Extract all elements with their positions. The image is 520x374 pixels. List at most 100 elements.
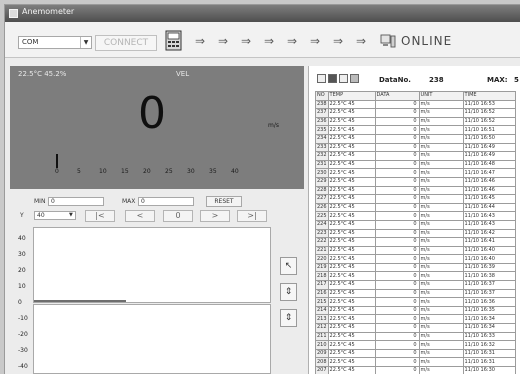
table-row[interactable]: 213 22.5°C 45 0 m/s 11/10 16:34 — [315, 314, 516, 325]
table-row[interactable]: 230 22.5°C 45 0 m/s 11/10 16:47 — [315, 168, 516, 178]
table-cell-temp: 22.5°C 45 — [327, 125, 376, 135]
table-cell-data: 0 — [374, 219, 420, 230]
chevron-down-icon[interactable]: ▼ — [80, 37, 91, 48]
table-row[interactable]: 210 22.5°C 45 0 m/s 11/10 16:32 — [315, 340, 516, 350]
table-row[interactable]: 228 22.5°C 45 0 m/s 11/10 16:46 — [315, 185, 516, 196]
table-cell-temp: 22.5°C 45 — [327, 245, 376, 256]
table-cell-data: 0 — [374, 323, 420, 333]
table-row[interactable]: 212 22.5°C 45 0 m/s 11/10 16:34 — [315, 323, 516, 333]
table-cell-data: 0 — [374, 254, 420, 264]
table-row[interactable]: 211 22.5°C 45 0 m/s 11/10 16:33 — [315, 331, 516, 342]
table-cell-unit: m/s — [418, 185, 464, 196]
table-row[interactable]: 236 22.5°C 45 0 m/s 11/10 16:52 — [315, 116, 516, 127]
port-select[interactable]: COM ▼ — [18, 36, 92, 49]
table-cell-data: 0 — [374, 366, 420, 374]
table-row[interactable]: 209 22.5°C 45 0 m/s 11/10 16:31 — [315, 348, 516, 359]
first-button[interactable]: |< — [85, 210, 115, 222]
table-row[interactable]: 224 22.5°C 45 0 m/s 11/10 16:43 — [315, 219, 516, 230]
table-row[interactable]: 226 22.5°C 45 0 m/s 11/10 16:44 — [315, 202, 516, 213]
scale-vertical-button[interactable]: ⇕ — [280, 309, 297, 327]
table-row[interactable]: 237 22.5°C 45 0 m/s 11/10 16:52 — [315, 108, 516, 118]
table-row[interactable]: 214 22.5°C 45 0 m/s 11/10 16:35 — [315, 305, 516, 316]
export-icon[interactable] — [339, 74, 348, 83]
data-table[interactable]: NO TEMP DATA UNIT TIME 238 22.5°C 45 0 m/s 1… — [315, 91, 516, 374]
table-cell-time: 11/10 16:49 — [462, 151, 516, 161]
table-row[interactable]: 219 22.5°C 45 0 m/s 11/10 16:39 — [315, 262, 516, 273]
table-row[interactable]: 238 22.5°C 45 0 m/s 11/10 16:53 — [315, 99, 516, 110]
table-cell-no: 213 — [315, 314, 329, 325]
arrow-right-icon: ⇒ — [264, 34, 275, 48]
connect-button[interactable]: CONNECT — [95, 35, 157, 51]
table-cell-time: 11/10 16:34 — [462, 323, 516, 333]
table-cell-data: 0 — [374, 99, 420, 110]
scroll-vertical-button[interactable]: ⇕ — [280, 283, 297, 301]
scale-label: 0 — [55, 168, 59, 175]
column-header[interactable]: TIME — [462, 91, 516, 101]
column-header[interactable]: NO — [315, 91, 329, 101]
table-cell-no: 210 — [315, 340, 329, 350]
trace-line — [34, 300, 126, 302]
column-header[interactable]: TEMP — [327, 91, 376, 101]
table-cell-unit: m/s — [418, 142, 464, 153]
table-cell-time: 11/10 16:34 — [462, 314, 516, 325]
table-cell-no: 226 — [315, 202, 329, 213]
reset-button[interactable]: RESET — [206, 196, 242, 207]
cursor-button[interactable]: ↖ — [280, 257, 297, 275]
zero-button[interactable]: 0 — [163, 210, 193, 222]
table-cell-time: 11/10 16:43 — [462, 219, 516, 230]
table-cell-data: 0 — [374, 262, 420, 273]
table-row[interactable]: 232 22.5°C 45 0 m/s 11/10 16:49 — [315, 151, 516, 161]
table-cell-temp: 22.5°C 45 — [327, 151, 376, 161]
table-row[interactable]: 225 22.5°C 45 0 m/s 11/10 16:43 — [315, 211, 516, 221]
table-row[interactable]: 223 22.5°C 45 0 m/s 11/10 16:42 — [315, 228, 516, 239]
table-row[interactable]: 221 22.5°C 45 0 m/s 11/10 16:40 — [315, 245, 516, 256]
scale-label: 35 — [209, 168, 217, 175]
table-cell-temp: 22.5°C 45 — [327, 176, 376, 187]
y-range-label: Y — [20, 212, 24, 219]
table-cell-data: 0 — [374, 108, 420, 118]
table-cell-unit: m/s — [418, 168, 464, 178]
table-row[interactable]: 235 22.5°C 45 0 m/s 11/10 16:51 — [315, 125, 516, 135]
table-row[interactable]: 218 22.5°C 45 0 m/s 11/10 16:38 — [315, 271, 516, 282]
print-icon[interactable] — [350, 74, 359, 83]
table-row[interactable]: 233 22.5°C 45 0 m/s 11/10 16:49 — [315, 142, 516, 153]
table-cell-unit: m/s — [418, 314, 464, 325]
table-row[interactable]: 227 22.5°C 45 0 m/s 11/10 16:45 — [315, 194, 516, 204]
last-button[interactable]: >| — [237, 210, 267, 222]
table-cell-no: 211 — [315, 331, 329, 342]
table-cell-time: 11/10 16:37 — [462, 280, 516, 290]
next-button[interactable]: > — [200, 210, 230, 222]
max-label: MAX — [122, 198, 136, 205]
table-row[interactable]: 215 22.5°C 45 0 m/s 11/10 16:36 — [315, 297, 516, 307]
column-header[interactable]: DATA — [374, 91, 420, 101]
table-row[interactable]: 231 22.5°C 45 0 m/s 11/10 16:48 — [315, 159, 516, 170]
graph-lower-pane — [33, 304, 271, 374]
prev-button[interactable]: < — [125, 210, 155, 222]
column-header[interactable]: UNIT — [418, 91, 464, 101]
table-cell-time: 11/10 16:45 — [462, 194, 516, 204]
y-axis-label: 10 — [18, 283, 26, 290]
port-select-value: COM — [22, 38, 39, 46]
scale-label: 25 — [165, 168, 173, 175]
table-cell-time: 11/10 16:31 — [462, 357, 516, 367]
data-no-value: 238 — [429, 76, 444, 84]
graph-controls: MIN 0 MAX 0 RESET Y 40 ▼ |< < 0 > >| — [10, 193, 304, 225]
table-row[interactable]: 229 22.5°C 45 0 m/s 11/10 16:46 — [315, 176, 516, 187]
table-row[interactable]: 220 22.5°C 45 0 m/s 11/10 16:40 — [315, 254, 516, 264]
table-row[interactable]: 217 22.5°C 45 0 m/s 11/10 16:37 — [315, 280, 516, 290]
table-cell-temp: 22.5°C 45 — [327, 159, 376, 170]
table-row[interactable]: 234 22.5°C 45 0 m/s 11/10 16:50 — [315, 133, 516, 144]
table-row[interactable]: 207 22.5°C 45 0 m/s 11/10 16:30 — [315, 366, 516, 374]
table-cell-unit: m/s — [418, 305, 464, 316]
min-field[interactable]: 0 — [48, 197, 104, 206]
save-icon[interactable] — [328, 74, 337, 83]
table-row[interactable]: 208 22.5°C 45 0 m/s 11/10 16:31 — [315, 357, 516, 367]
new-file-icon[interactable] — [317, 74, 326, 83]
chevron-down-icon[interactable]: ▼ — [69, 212, 73, 218]
table-cell-unit: m/s — [418, 297, 464, 307]
table-row[interactable]: 216 22.5°C 45 0 m/s 11/10 16:37 — [315, 288, 516, 299]
max-field[interactable]: 0 — [138, 197, 194, 206]
table-row[interactable]: 222 22.5°C 45 0 m/s 11/10 16:41 — [315, 237, 516, 247]
min-label: MIN — [34, 198, 46, 205]
scale-label: 15 — [121, 168, 129, 175]
